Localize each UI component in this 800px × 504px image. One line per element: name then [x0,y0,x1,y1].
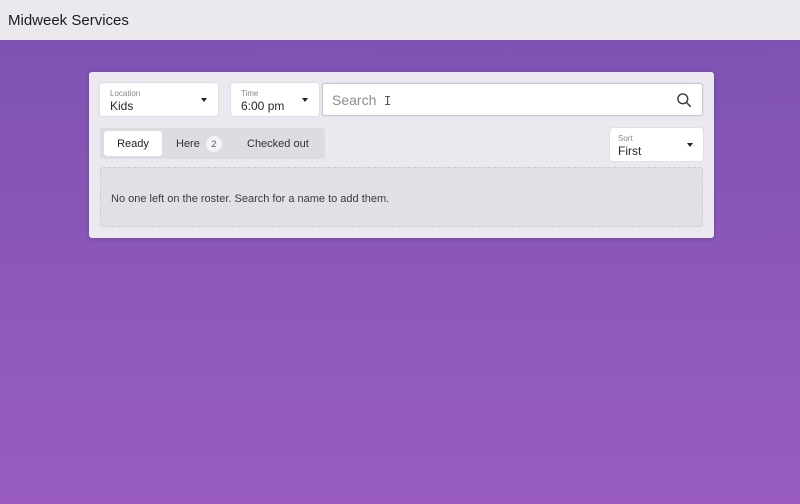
count-badge: 2 [205,135,222,152]
chevron-down-icon [201,98,207,102]
chevron-down-icon [687,143,693,147]
search-input[interactable] [332,90,652,110]
top-bar: Midweek Services [0,0,800,40]
tab-ready-label: Ready [117,137,149,150]
tab-checked-out-label: Checked out [247,137,309,150]
tab-here-label: Here [176,137,200,150]
location-select[interactable]: Location Kids [100,83,218,116]
text-cursor-icon: I [384,94,392,108]
time-select[interactable]: Time 6:00 pm [231,83,319,116]
roster-empty-state: No one left on the roster. Search for a … [100,167,703,227]
tab-checked-out[interactable]: Checked out [247,131,309,156]
check-in-panel: Location Kids Time 6:00 pm I Ready Here … [89,72,714,238]
page-title: Midweek Services [8,11,129,29]
search-box[interactable]: I [322,83,703,116]
time-select-value: 6:00 pm [241,99,285,113]
sort-select[interactable]: Sort First [610,128,703,161]
empty-roster-message: No one left on the roster. Search for a … [111,193,390,205]
location-select-value: Kids [110,99,134,113]
chevron-down-icon [302,98,308,102]
location-select-label: Location [110,89,141,98]
status-tabs: Ready Here 2 Checked out [100,128,325,159]
sort-select-value: First [618,144,642,158]
search-icon[interactable] [676,92,692,108]
tab-here[interactable]: Here 2 [176,131,222,156]
tab-ready[interactable]: Ready [104,131,162,156]
time-select-label: Time [241,89,259,98]
sort-select-label: Sort [618,134,633,143]
